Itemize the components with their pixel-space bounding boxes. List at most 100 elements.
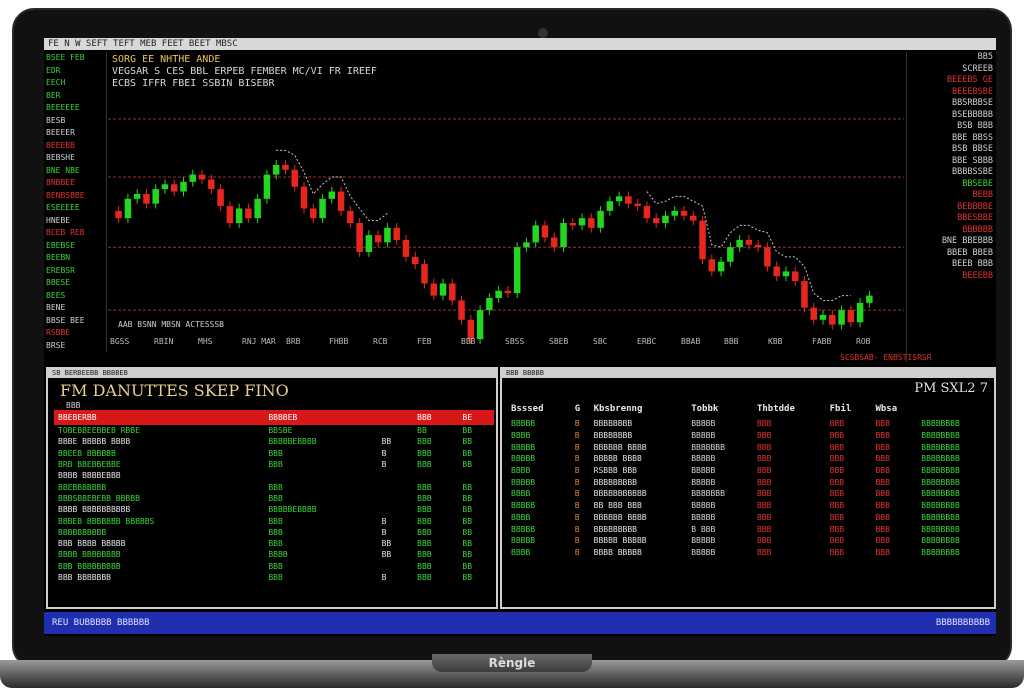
candle-body[interactable]	[690, 215, 697, 221]
quote-item[interactable]: BEBBBBE	[907, 202, 996, 214]
watchlist-item[interactable]: EECH	[44, 77, 106, 90]
watchlist-item[interactable]: BENE	[44, 302, 106, 315]
candle-body[interactable]	[615, 196, 623, 202]
candle-body[interactable]	[180, 181, 187, 192]
candle-body[interactable]	[597, 210, 604, 228]
watchlist-item[interactable]: BEEBN	[44, 252, 106, 265]
candle-body[interactable]	[745, 239, 753, 245]
watchlist-item[interactable]: EDR	[44, 65, 106, 78]
watchlist-item[interactable]: BEES	[44, 290, 106, 303]
candle-body[interactable]	[161, 184, 169, 190]
quote-item[interactable]: BEBB	[907, 190, 996, 202]
candle-body[interactable]	[310, 208, 317, 219]
quote-item[interactable]: SCREEB	[907, 64, 996, 76]
candle-body[interactable]	[189, 174, 197, 182]
watchlist-item[interactable]: EBEBSE	[44, 240, 106, 253]
quote-item[interactable]: BNE BBEBBB	[907, 236, 996, 248]
left-watchlist[interactable]: BSEE FEB EDR EECH BER BEEEEEE BESB BEEEER BEEEB…	[44, 52, 107, 352]
candle-body[interactable]	[829, 314, 836, 325]
candle-body[interactable]	[727, 247, 734, 262]
candle-body[interactable]	[736, 239, 743, 248]
candle-body[interactable]	[263, 174, 271, 199]
window-titlebar[interactable]: SB BERBEEBB BBBBEB	[48, 369, 496, 378]
candle-body[interactable]	[838, 310, 845, 325]
candle-body[interactable]	[217, 189, 224, 207]
table-row[interactable]: BBEBBBBBBB BBB BBB BB	[54, 481, 494, 492]
table-row[interactable]: BBBBB B BBBBBBBBB BBBBB BBB BBB BBB BBBBBBBB	[508, 476, 992, 488]
table-row[interactable]: BBBB BBBBEBBB	[54, 470, 494, 481]
candle-body[interactable]	[856, 302, 864, 323]
candle-body[interactable]	[365, 235, 373, 253]
column-header[interactable]: Kbsbrenng	[591, 400, 689, 418]
table-row[interactable]: BBBB B RSBBB BBB BBBBB BBB BBB BBB BBBBBBBB	[508, 465, 992, 477]
candle-body[interactable]	[662, 215, 669, 223]
quote-item[interactable]: BEEEBSBE	[907, 87, 996, 99]
candle-body[interactable]	[235, 208, 243, 223]
candle-body[interactable]	[782, 271, 790, 277]
table-row[interactable]: BBBBBBBBBBB BBBBBBBBBBBBBBBBBBBBBBBBBB	[508, 512, 992, 524]
table-row[interactable]: BBBE BBBBB BBBB BBBBBEBBBB BB BBB BB	[54, 436, 494, 447]
candle-body[interactable]	[513, 247, 521, 294]
watchlist-item[interactable]: BNBBEE	[44, 177, 106, 190]
candle-body[interactable]	[671, 210, 678, 216]
table-row[interactable]: BBBB B BBBBBBBBBBB BBBBBBB BBB BBB BBB BBBBBBBB	[508, 488, 992, 500]
table-row[interactable]: BBB BBBB BBBBB BBB BB BBB BB	[54, 538, 494, 549]
candle-body[interactable]	[143, 193, 150, 204]
watchlist-item[interactable]: BCEB REB	[44, 227, 106, 240]
quote-item[interactable]: BBBBBB	[907, 225, 996, 237]
table-row[interactable]: BBBBB B BBBBBBBBB B BBB BBB BBB BBB BBBBBBBB	[508, 523, 992, 535]
candle-body[interactable]	[625, 196, 632, 204]
candle-body[interactable]	[328, 191, 336, 199]
candle-body[interactable]	[680, 210, 688, 216]
table-row[interactable]: BBBSBBEBEBB BBBBB BBB BBB BB	[54, 493, 494, 504]
column-header[interactable]	[918, 400, 992, 418]
watchlist-item[interactable]: BEEEEEE	[44, 102, 106, 115]
column-header[interactable]: G	[572, 400, 591, 418]
column-header[interactable]: Bsssed	[508, 400, 572, 418]
right-trades-window[interactable]: BBB BBBBB PM SXL2 7 Bsssed G Kbsbrenng Tobb…	[500, 367, 996, 609]
candle-body[interactable]	[347, 210, 354, 223]
candle-body[interactable]	[606, 201, 614, 211]
candle-body[interactable]	[754, 244, 762, 248]
table-row[interactable]: BBBEB BBBBBBB BBBBBS BBB B BBB BB	[54, 515, 494, 526]
candle-body[interactable]	[504, 290, 512, 294]
watchlist-item[interactable]: BER	[44, 90, 106, 103]
quote-item[interactable]: BBESBBE	[907, 213, 996, 225]
candle-body[interactable]	[152, 189, 159, 204]
watchlist-item[interactable]: BENBSBBE	[44, 190, 106, 203]
candle-body[interactable]	[411, 256, 419, 265]
table-row[interactable]: BBEEB BBBBBB BBB B BBB BB	[54, 448, 494, 459]
candle-body[interactable]	[439, 283, 447, 296]
quote-item[interactable]: BBE SBBB	[907, 156, 996, 168]
menu-bar[interactable]: FE N W SEFT TEFT MEB FEET BEET MBSC	[44, 38, 996, 50]
candle-body[interactable]	[245, 208, 252, 219]
table-row[interactable]: BBBBB B BB BBB BBB BBBBB BBB BBB BBB BBBBBBBB	[508, 500, 992, 512]
candle-body[interactable]	[810, 307, 817, 320]
watchlist-item[interactable]: EREBSR	[44, 265, 106, 278]
candle-body[interactable]	[652, 218, 660, 223]
candle-body[interactable]	[773, 266, 780, 277]
candle-body[interactable]	[551, 237, 558, 248]
watchlist-item[interactable]: RSBBE	[44, 327, 106, 340]
candle-body[interactable]	[486, 298, 493, 311]
quote-item[interactable]: BBSEBE	[907, 179, 996, 191]
candle-body[interactable]	[402, 239, 410, 257]
candle-body[interactable]	[541, 225, 549, 238]
candle-body[interactable]	[319, 198, 326, 219]
candle-body[interactable]	[254, 198, 261, 219]
window-titlebar[interactable]: BBB BBBBB	[502, 369, 994, 378]
table-row[interactable]: BBBBB B BBBBBBBB BBBBB BBB BBB BBB BBBBBBBB	[508, 418, 992, 430]
candle-body[interactable]	[476, 310, 484, 340]
quote-item[interactable]: BEEEBB	[907, 271, 996, 283]
column-header[interactable]: Wbsa	[872, 400, 918, 418]
candle-body[interactable]	[847, 310, 855, 323]
watchlist-item[interactable]: BEEEBB	[44, 140, 106, 153]
candle-body[interactable]	[133, 193, 141, 199]
candle-body[interactable]	[801, 281, 808, 308]
table-row[interactable]: BBBB B BBBBBBBB BBBBB BBB BBB BBB BBBBBBBB	[508, 430, 992, 442]
table-row[interactable]: BBBBBBBBBB BBB B BBB BB	[54, 527, 494, 538]
quote-item[interactable]: BBEB BBEB	[907, 248, 996, 260]
candle-body[interactable]	[634, 203, 641, 207]
candle-body[interactable]	[291, 169, 298, 187]
candle-body[interactable]	[588, 218, 595, 228]
